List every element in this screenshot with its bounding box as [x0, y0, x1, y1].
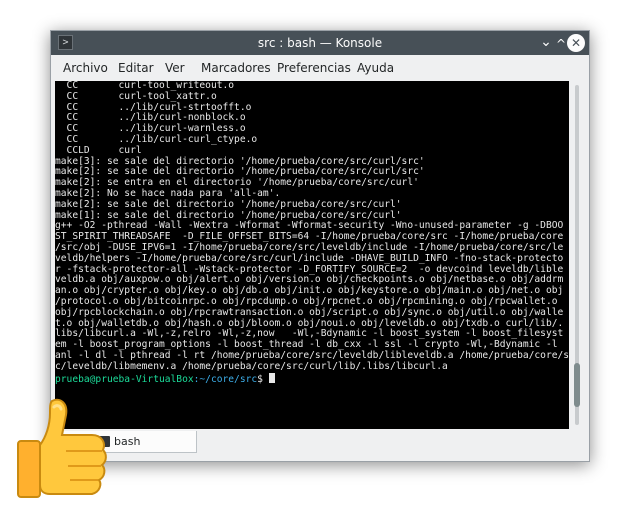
scrollbar-thumb[interactable] [574, 363, 580, 408]
vertical-scrollbar[interactable] [569, 81, 585, 429]
window-title: src : bash — Konsole [257, 36, 383, 50]
menu-bar: Archivo Editar Ver Marcadores Preferenci… [51, 55, 589, 81]
prompt-user-host: prueba@prueba-VirtualBox [55, 373, 194, 385]
terminal-line: c/leveldb/libmemenv.a /home/prueba/core/… [55, 360, 448, 372]
tab-bar: bash [51, 429, 589, 461]
terminal-line: CC curl-tool_xattr.o [55, 90, 217, 102]
close-button[interactable]: ✕ [567, 34, 585, 52]
terminal-line: CCLD curl [55, 144, 142, 156]
tab-label: bash [114, 435, 141, 448]
thumbs-up-emoji [17, 398, 107, 498]
menu-archivo[interactable]: Archivo [63, 55, 108, 81]
prompt-path: :~/core/src [193, 373, 258, 385]
terminal-line: obj/rpcblockchain.o obj/rpcrawtransactio… [55, 306, 564, 318]
menu-preferencias[interactable]: Preferencias [277, 55, 351, 81]
menu-marcadores[interactable]: Marcadores [201, 55, 271, 81]
menu-editar[interactable]: Editar [118, 55, 154, 81]
menu-ver[interactable]: Ver [165, 55, 185, 81]
shell-prompt[interactable]: prueba@prueba-VirtualBox:~/core/src$ [55, 372, 569, 385]
terminal-output[interactable]: CC curl-tool_writeout.o CC curl-tool_xat… [55, 81, 569, 429]
terminal-line: veldb/helpers -I/home/prueba/core/src/cu… [55, 252, 564, 264]
prompt-symbol: $ [257, 373, 269, 385]
terminal-line: make[2]: se sale del directorio '/home/p… [55, 198, 402, 210]
title-bar[interactable]: > src : bash — Konsole ⌄ ^ ✕ [51, 31, 589, 55]
menu-ayuda[interactable]: Ayuda [357, 55, 394, 81]
konsole-window: > src : bash — Konsole ⌄ ^ ✕ Archivo Edi… [50, 30, 590, 462]
text-cursor [268, 372, 275, 383]
